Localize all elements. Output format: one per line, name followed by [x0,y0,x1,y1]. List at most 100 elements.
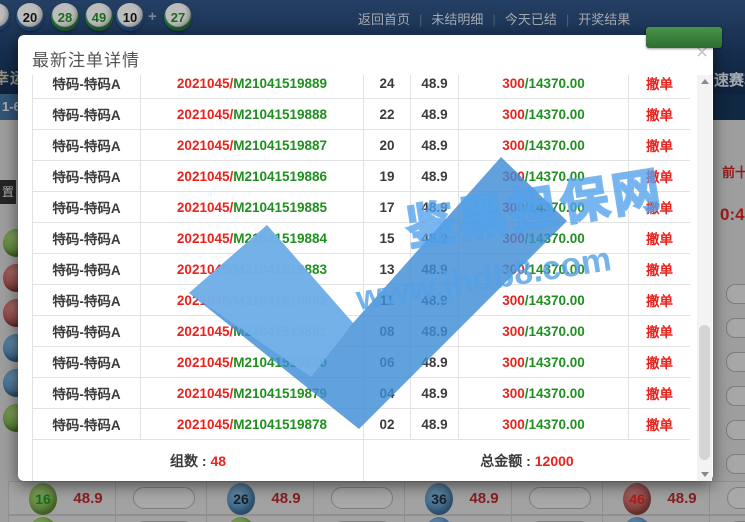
bet-amount-stake: 300 [502,107,525,122]
customer-service-button[interactable] [646,27,722,48]
bet-row: 特码-特码A2021045/M210415198810848.9300/1437… [33,316,691,347]
cancel-bet-link[interactable]: 撤单 [646,294,673,309]
bet-odds: 48.9 [411,192,459,223]
bet-number: 04 [364,378,411,409]
bet-amount-stake: 300 [502,417,525,432]
bet-order-number: 2021045/M21041519883 [141,254,364,285]
bet-type: 特码-特码A [33,254,141,285]
cancel-bet-link[interactable]: 撤单 [646,418,673,433]
bet-type: 特码-特码A [33,223,141,254]
bet-amount: 300/14370.00 [459,161,629,192]
bet-order-id: M21041519880 [233,355,327,370]
bet-amount-stake: 300 [502,262,525,277]
bet-amount: 300/14370.00 [459,378,629,409]
bet-type: 特码-特码A [33,285,141,316]
bet-order-number: 2021045/M21041519889 [141,75,364,99]
bet-type: 特码-特码A [33,347,141,378]
bet-number: 24 [364,75,411,99]
bet-amount-total: /14370.00 [525,262,585,277]
bet-action-cell: 撤单 [629,285,691,316]
cancel-bet-link[interactable]: 撤单 [646,325,673,340]
bet-type: 特码-特码A [33,316,141,347]
bet-amount-total: /14370.00 [525,169,585,184]
bet-odds: 48.9 [411,130,459,161]
bet-row: 特码-特码A2021045/M210415198851748.9300/1437… [33,192,691,223]
bet-row: 特码-特码A2021045/M210415198790448.9300/1437… [33,378,691,409]
bet-amount-total: /14370.00 [525,386,585,401]
bet-type: 特码-特码A [33,378,141,409]
bet-order-number: 2021045/M21041519888 [141,99,364,130]
cancel-bet-link[interactable]: 撤单 [646,356,673,371]
bet-odds: 48.9 [411,378,459,409]
bet-order-number: 2021045/M21041519887 [141,130,364,161]
bet-period: 2021045/ [177,138,233,153]
bet-odds: 48.9 [411,99,459,130]
scroll-up-arrow-icon[interactable] [697,75,712,89]
bet-odds: 48.9 [411,316,459,347]
bet-amount: 300/14370.00 [459,75,629,99]
bet-action-cell: 撤单 [629,130,691,161]
bet-row: 特码-特码A2021045/M210415198861948.9300/1437… [33,161,691,192]
bet-amount-stake: 300 [502,138,525,153]
bet-action-cell: 撤单 [629,192,691,223]
bet-table: 特码-特码A2021045/M210415198892448.9300/1437… [32,75,690,481]
bet-amount-stake: 300 [502,231,525,246]
bet-type: 特码-特码A [33,75,141,99]
bet-table-body: 特码-特码A2021045/M210415198892448.9300/1437… [33,75,691,481]
bet-odds: 48.9 [411,254,459,285]
bet-amount-stake: 300 [502,293,525,308]
bet-amount: 300/14370.00 [459,130,629,161]
cancel-bet-link[interactable]: 撤单 [646,387,673,402]
bet-action-cell: 撤单 [629,347,691,378]
cancel-bet-link[interactable]: 撤单 [646,77,673,92]
bet-action-cell: 撤单 [629,409,691,440]
scrollbar-thumb[interactable] [699,325,710,460]
bet-row: 特码-特码A2021045/M210415198800648.9300/1437… [33,347,691,378]
cancel-bet-link[interactable]: 撤单 [646,232,673,247]
bet-amount-total: /14370.00 [525,200,585,215]
bet-amount-total: /14370.00 [525,231,585,246]
bet-type: 特码-特码A [33,192,141,223]
bet-row: 特码-特码A2021045/M210415198780248.9300/1437… [33,409,691,440]
bet-order-id: M21041519882 [233,293,327,308]
bet-number: 19 [364,161,411,192]
bet-details-modal: 最新注单详情 × 特码-特码A2021045/M210415198892448.… [18,35,713,481]
cancel-bet-link[interactable]: 撤单 [646,139,673,154]
bet-order-id: M21041519878 [233,417,327,432]
scroll-down-arrow-icon[interactable] [697,467,712,481]
bet-period: 2021045/ [177,107,233,122]
bet-amount-total: /14370.00 [525,417,585,432]
bet-amount-total: /14370.00 [525,293,585,308]
bet-number: 17 [364,192,411,223]
cancel-bet-link[interactable]: 撤单 [646,170,673,185]
bet-number: 20 [364,130,411,161]
total-value: 12000 [535,453,574,469]
bet-row: 特码-特码A2021045/M210415198892448.9300/1437… [33,75,691,99]
bet-odds: 48.9 [411,223,459,254]
cancel-bet-link[interactable]: 撤单 [646,201,673,216]
bet-period: 2021045/ [177,417,233,432]
cancel-bet-link[interactable]: 撤单 [646,108,673,123]
bet-type: 特码-特码A [33,409,141,440]
bet-action-cell: 撤单 [629,254,691,285]
bet-amount-stake: 300 [502,76,525,91]
bet-order-number: 2021045/M21041519878 [141,409,364,440]
bet-type: 特码-特码A [33,161,141,192]
bet-odds: 48.9 [411,161,459,192]
bet-number: 13 [364,254,411,285]
bet-table-container: 特码-特码A2021045/M210415198892448.9300/1437… [32,75,690,481]
bet-period: 2021045/ [177,355,233,370]
table-scrollbar[interactable] [697,75,712,481]
bet-order-number: 2021045/M21041519879 [141,378,364,409]
bet-action-cell: 撤单 [629,223,691,254]
groups-summary-cell: 组数 : 48 [33,440,364,482]
groups-label: 组数 : [170,453,210,469]
bet-order-number: 2021045/M21041519880 [141,347,364,378]
bet-odds: 48.9 [411,347,459,378]
bet-order-id: M21041519883 [233,262,327,277]
groups-value: 48 [210,453,226,469]
bet-period: 2021045/ [177,169,233,184]
cancel-bet-link[interactable]: 撤单 [646,263,673,278]
total-label: 总金额 : [480,453,534,469]
bet-order-number: 2021045/M21041519886 [141,161,364,192]
